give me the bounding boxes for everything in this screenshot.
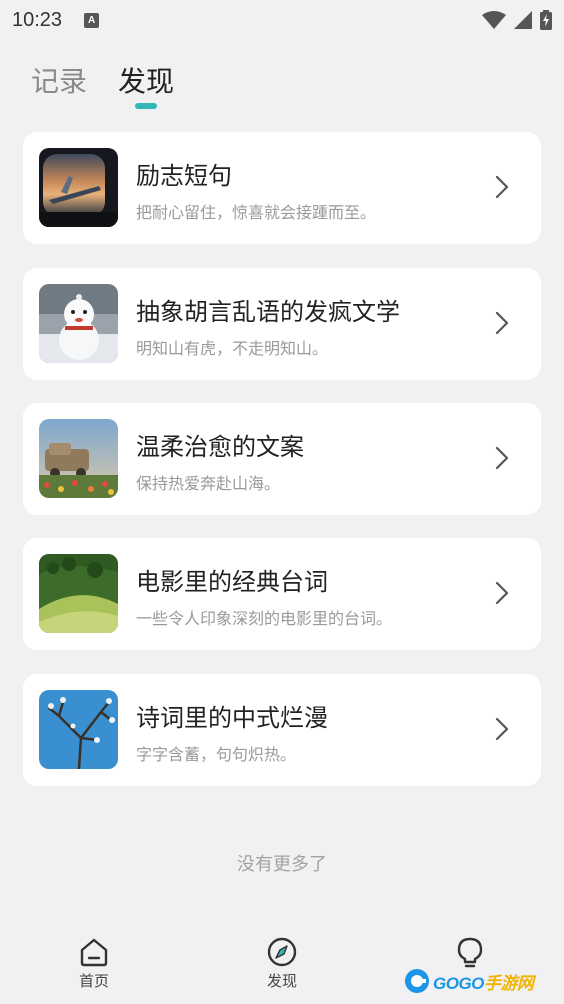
wifi-icon xyxy=(482,11,506,29)
category-card[interactable]: 温柔治愈的文案 保持热爱奔赴山海。 xyxy=(23,403,541,515)
chevron-right-icon xyxy=(495,175,509,199)
card-title: 温柔治愈的文案 xyxy=(136,433,304,461)
nav-discover[interactable]: 发现 xyxy=(242,936,322,991)
top-tabs: 记录 发现 xyxy=(31,62,175,109)
chevron-right-icon xyxy=(495,446,509,470)
status-time: 10:23 xyxy=(12,8,63,31)
card-thumbnail xyxy=(39,690,118,769)
chevron-right-icon xyxy=(495,581,509,605)
watermark-logo-icon xyxy=(405,969,429,993)
battery-charging-icon xyxy=(540,10,552,30)
tab-discover-label: 发现 xyxy=(118,65,175,98)
category-card[interactable]: 抽象胡言乱语的发疯文学 明知山有虎，不走明知山。 xyxy=(23,268,541,380)
tab-records[interactable]: 记录 xyxy=(31,62,87,102)
card-subtitle: 保持热爱奔赴山海。 xyxy=(136,474,281,493)
no-more-text: 没有更多了 xyxy=(237,854,327,875)
category-card[interactable]: 电影里的经典台词 一些令人印象深刻的电影里的台词。 xyxy=(23,538,541,650)
watermark: GOGO手游网 xyxy=(404,966,534,996)
watermark-suffix: 手游网 xyxy=(483,973,534,993)
compass-icon xyxy=(267,937,297,967)
card-thumbnail xyxy=(39,284,118,363)
nav-discover-label: 发现 xyxy=(266,972,297,990)
nav-home-label: 首页 xyxy=(78,972,109,990)
signal-icon xyxy=(514,11,532,29)
card-subtitle: 一些令人印象深刻的电影里的台词。 xyxy=(136,609,393,628)
tab-discover[interactable]: 发现 xyxy=(118,62,175,109)
card-thumbnail xyxy=(39,554,118,633)
category-card[interactable]: 诗词里的中式烂漫 字字含蓄，句句炽热。 xyxy=(23,674,541,786)
card-title: 抽象胡言乱语的发疯文学 xyxy=(136,298,400,326)
card-title: 电影里的经典台词 xyxy=(136,568,328,596)
chevron-right-icon xyxy=(495,717,509,741)
card-title: 诗词里的中式烂漫 xyxy=(136,704,328,732)
home-icon xyxy=(80,938,108,967)
card-subtitle: 把耐心留住，惊喜就会接踵而至。 xyxy=(136,203,377,222)
nav-home[interactable]: 首页 xyxy=(54,936,134,991)
category-card[interactable]: 励志短句 把耐心留住，惊喜就会接踵而至。 xyxy=(23,132,541,244)
lightbulb-icon xyxy=(457,937,483,968)
watermark-text: GOGO手游网 xyxy=(433,969,534,994)
card-thumbnail xyxy=(39,419,118,498)
active-tab-indicator xyxy=(135,103,158,109)
card-title: 励志短句 xyxy=(136,162,232,190)
nav-ideas[interactable] xyxy=(430,936,510,970)
card-subtitle: 字字含蓄，句句炽热。 xyxy=(136,745,297,764)
card-thumbnail xyxy=(39,148,118,227)
chevron-right-icon xyxy=(495,311,509,335)
card-subtitle: 明知山有虎，不走明知山。 xyxy=(136,339,329,358)
watermark-brand: GOGO xyxy=(433,973,484,993)
status-bar: 10:23 A xyxy=(0,0,564,40)
status-icons xyxy=(482,10,552,30)
notification-badge: A xyxy=(84,12,100,28)
